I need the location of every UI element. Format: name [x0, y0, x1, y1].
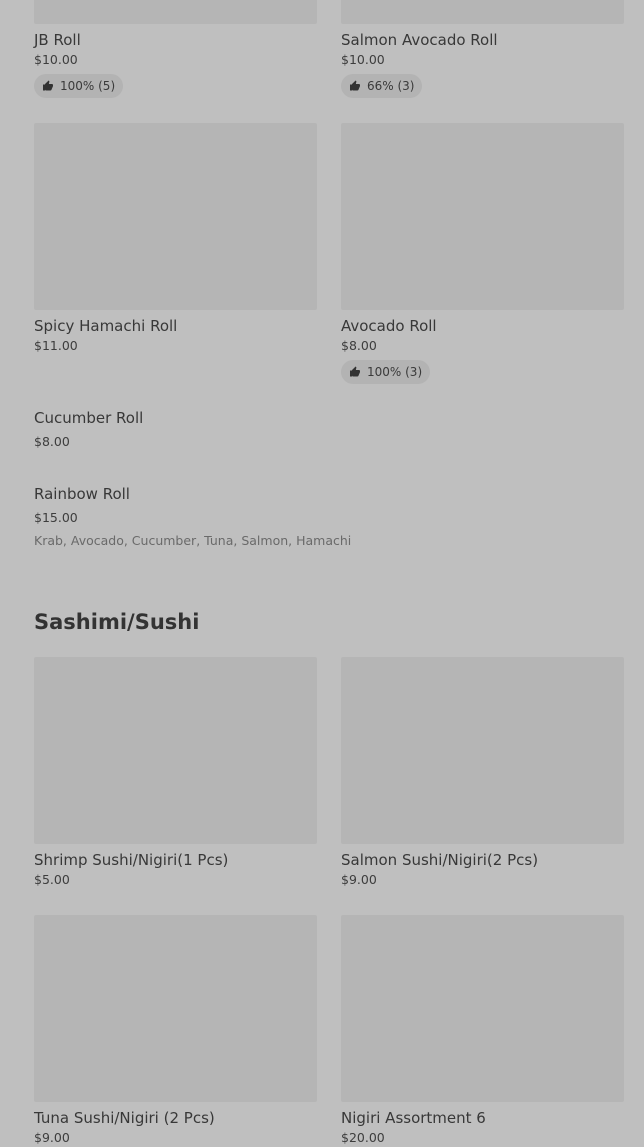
item-name: Shrimp Sushi/Nigiri(1 Pcs)	[34, 851, 229, 869]
section-title: Sashimi/Sushi	[34, 610, 200, 634]
item-price: $10.00	[34, 52, 78, 67]
item-image	[34, 657, 317, 844]
item-name: Spicy Hamachi Roll	[34, 317, 178, 335]
menu-item-card[interactable]: Spicy Hamachi Roll $11.00	[34, 123, 317, 355]
item-price: $10.00	[341, 52, 385, 67]
item-price: $20.00	[341, 1130, 385, 1145]
item-price: $5.00	[34, 872, 70, 887]
item-price: $11.00	[34, 338, 78, 353]
item-name: Avocado Roll	[341, 317, 437, 335]
menu-list-item[interactable]: Rainbow Roll $15.00 Krab, Avocado, Cucum…	[34, 484, 624, 550]
menu-item-card[interactable]: Avocado Roll $8.00 100% (3)	[341, 123, 624, 384]
item-image	[341, 0, 624, 24]
item-image	[341, 123, 624, 310]
item-name: Salmon Sushi/Nigiri(2 Pcs)	[341, 851, 539, 869]
rating-text: 66% (3)	[367, 79, 415, 93]
rating-badge: 100% (3)	[341, 360, 431, 384]
menu-item-card[interactable]: JB Roll $10.00 100% (5)	[34, 0, 317, 98]
item-image	[34, 123, 317, 310]
item-price: $9.00	[34, 1130, 70, 1145]
thumbs-up-icon	[43, 80, 53, 91]
item-image	[34, 915, 317, 1102]
item-description: Krab, Avocado, Cucumber, Tuna, Salmon, H…	[34, 533, 352, 548]
item-price: $9.00	[341, 872, 377, 887]
item-name: Salmon Avocado Roll	[341, 31, 498, 49]
menu-item-card[interactable]: Tuna Sushi/Nigiri (2 Pcs) $9.00	[34, 915, 317, 1147]
thumbs-up-icon	[350, 366, 360, 377]
item-price: $8.00	[341, 338, 377, 353]
item-price: $8.00	[34, 434, 70, 449]
menu-page: JB Roll $10.00 100% (5) Salmon Avocado R…	[0, 0, 644, 1147]
menu-item-card[interactable]: Nigiri Assortment 6 $20.00	[341, 915, 624, 1147]
menu-list-item[interactable]: Cucumber Roll $8.00	[34, 408, 624, 451]
rating-badge: 100% (5)	[34, 74, 124, 98]
menu-item-card[interactable]: Shrimp Sushi/Nigiri(1 Pcs) $5.00	[34, 657, 317, 889]
menu-item-card[interactable]: Salmon Avocado Roll $10.00 66% (3)	[341, 0, 624, 98]
item-name: Nigiri Assortment 6	[341, 1109, 486, 1127]
rating-text: 100% (5)	[60, 79, 116, 93]
item-image	[34, 0, 317, 24]
thumbs-up-icon	[350, 80, 360, 91]
menu-item-card[interactable]: Salmon Sushi/Nigiri(2 Pcs) $9.00	[341, 657, 624, 889]
item-name: Rainbow Roll	[34, 485, 130, 503]
item-image	[341, 657, 624, 844]
item-name: Tuna Sushi/Nigiri (2 Pcs)	[34, 1109, 215, 1127]
item-name: JB Roll	[34, 31, 81, 49]
item-name: Cucumber Roll	[34, 409, 144, 427]
rating-badge: 66% (3)	[341, 74, 423, 98]
rating-text: 100% (3)	[367, 365, 423, 379]
item-image	[341, 915, 624, 1102]
item-price: $15.00	[34, 510, 78, 525]
